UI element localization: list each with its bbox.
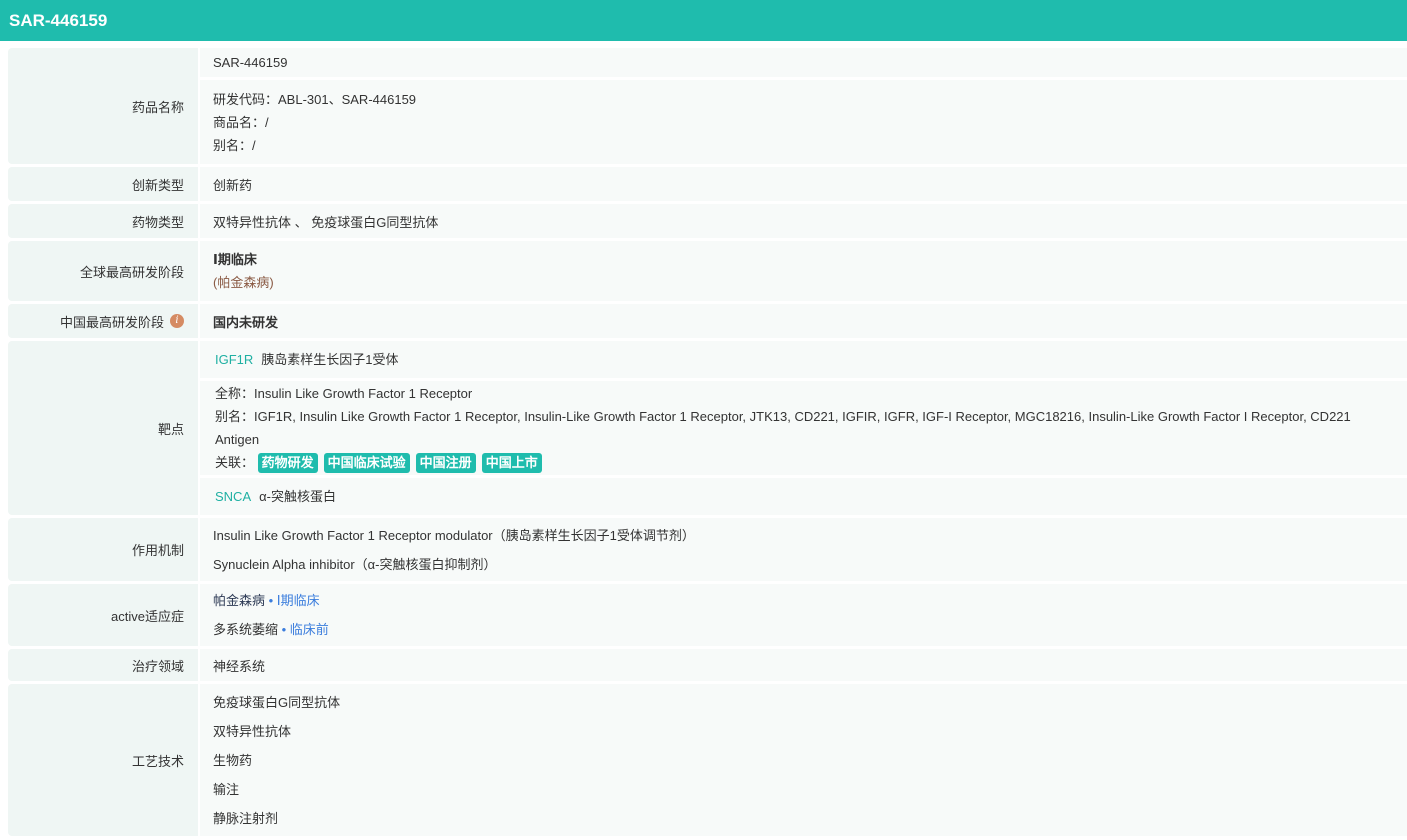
row-label: 创新类型 [8,167,198,201]
row-label: active适应症 [8,584,198,646]
row-label: 中国最高研发阶段 i [8,304,198,338]
target-link-igf1r[interactable]: IGF1R [215,352,253,367]
row-label: 工艺技术 [8,684,198,836]
tech-item: 双特异性抗体 [213,723,292,739]
row-target: 靶点 IGF1R 胰岛素样生长因子1受体 全称：Insulin Like Grow… [8,341,1407,515]
indication-name[interactable]: 多系统萎缩 [213,622,278,637]
target-alias: 别名：IGF1R, Insulin Like Growth Factor 1 R… [215,409,1351,447]
row-technology: 工艺技术 免疫球蛋白G同型抗体 双特异性抗体 生物药 输注 静脉注射剂 [8,684,1407,836]
tech-item: 输注 [213,781,240,797]
innovation-value: 创新药 [213,177,253,193]
target-link-snca[interactable]: SNCA [215,489,251,504]
global-stage-value: Ⅰ期临床 [213,252,257,267]
mechanism-item: Insulin Like Growth Factor 1 Receptor mo… [213,527,695,543]
row-label: 药品名称 [8,48,198,164]
tech-item: 生物药 [213,752,253,768]
label-text: 中国最高研发阶段 [59,314,164,330]
target-name: 胰岛素样生长因子1受体 [261,352,399,367]
trade-name: 商品名：/ [213,114,269,130]
indication-item[interactable]: 帕金森病 • Ⅰ期临床 [213,586,1394,615]
indication-name[interactable]: 帕金森病 [213,593,265,608]
row-indication: active适应症 帕金森病 • Ⅰ期临床 多系统萎缩 • 临床前 [8,584,1407,646]
row-drug-name: 药品名称 SAR-446159 研发代码：ABL-301、SAR-446159 … [8,48,1407,164]
row-label: 作用机制 [8,518,198,581]
mechanism-item: Synuclein Alpha inhibitor（α-突触核蛋白抑制剂） [213,556,497,572]
therapy-area-value: 神经系统 [213,658,266,674]
row-therapy-area: 治疗领域 神经系统 [8,649,1407,681]
drug-name: SAR-446159 [213,55,288,70]
drug-info-table: 药品名称 SAR-446159 研发代码：ABL-301、SAR-446159 … [8,48,1407,836]
tag-china-market[interactable]: 中国上市 [481,453,542,473]
china-stage-value: 国内未研发 [213,314,279,330]
tech-item: 免疫球蛋白G同型抗体 [213,694,341,710]
tech-item: 静脉注射剂 [213,810,279,826]
row-china-stage: 中国最高研发阶段 i 国内未研发 [8,304,1407,338]
row-label: 治疗领域 [8,649,198,681]
row-label: 全球最高研发阶段 [8,241,198,301]
row-label: 药物类型 [8,204,198,238]
tag-china-trial[interactable]: 中国临床试验 [323,453,410,473]
row-drug-type: 药物类型 双特异性抗体 、 免疫球蛋白G同型抗体 [8,204,1407,238]
indication-item[interactable]: 多系统萎缩 • 临床前 [213,615,1394,644]
tag-china-registration[interactable]: 中国注册 [415,453,476,473]
indication-stage[interactable]: 临床前 [290,622,329,637]
info-icon[interactable]: i [170,314,184,328]
target-full-name: 全称：Insulin Like Growth Factor 1 Receptor [215,386,473,401]
row-mechanism: 作用机制 Insulin Like Growth Factor 1 Recept… [8,518,1407,581]
page-title: SAR-446159 [0,0,1407,41]
indication-stage[interactable]: Ⅰ期临床 [277,593,320,608]
row-innovation: 创新类型 创新药 [8,167,1407,201]
related-label: 关联： [215,455,255,470]
dev-code: 研发代码：ABL-301、SAR-446159 [213,91,417,107]
drug-type-value: 双特异性抗体 、 免疫球蛋白G同型抗体 [213,214,439,230]
tag-drug-dev[interactable]: 药物研发 [257,453,318,473]
global-stage-note: (帕金森病) [213,275,274,290]
target-name: α-突触核蛋白 [259,489,336,504]
alias: 别名：/ [213,137,256,153]
row-label: 靶点 [8,341,198,515]
row-global-stage: 全球最高研发阶段 Ⅰ期临床 (帕金森病) [8,241,1407,301]
